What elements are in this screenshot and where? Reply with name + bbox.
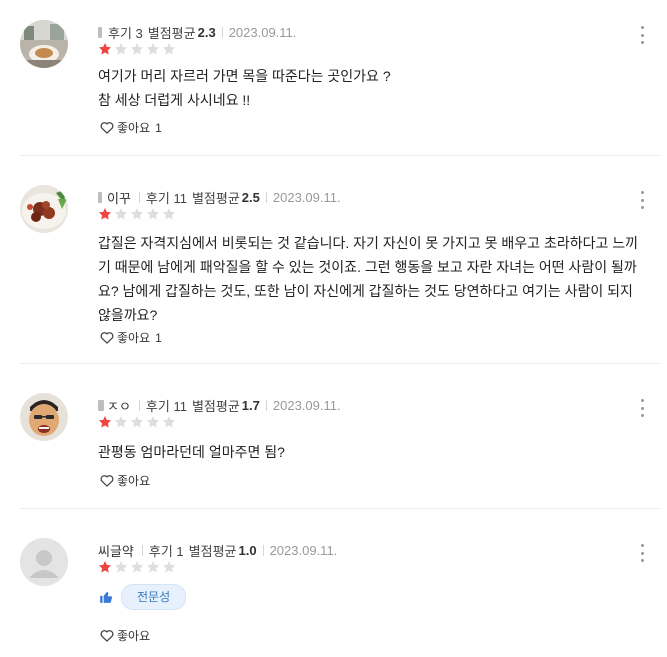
nickname-mask bbox=[98, 399, 104, 411]
review-count: 후기 11 bbox=[145, 190, 187, 206]
avatar[interactable] bbox=[20, 538, 68, 586]
review-item: 씨글약 후기 1 별점평균 1.0 2023.09.11. 전문성 좋아요 bbox=[0, 538, 667, 657]
star-empty-icon bbox=[130, 43, 144, 55]
divider bbox=[265, 191, 267, 203]
star-rating bbox=[98, 560, 176, 574]
divider bbox=[141, 544, 143, 556]
like-label: 좋아요 bbox=[117, 121, 151, 135]
avg-label: 별점평균 bbox=[188, 543, 237, 559]
star-filled-icon bbox=[98, 43, 112, 55]
review-meta: 이꾸 후기 11 별점평균 2.5 2023.09.11. bbox=[98, 188, 341, 206]
review-item: 후기 3 별점평균 2.3 2023.09.11. 여기가 머리 자르러 가면 … bbox=[0, 20, 667, 155]
avg-label: 별점평균 bbox=[147, 25, 196, 41]
default-profile-icon bbox=[20, 538, 68, 586]
star-empty-icon bbox=[162, 43, 176, 55]
reviewer-nickname[interactable]: 이꾸 bbox=[107, 188, 131, 207]
star-empty-icon bbox=[162, 416, 176, 428]
reviewer-nickname[interactable]: 씨글약 bbox=[98, 541, 134, 560]
star-filled-icon bbox=[98, 208, 112, 220]
avg-value: 2.3 bbox=[197, 24, 216, 40]
divider bbox=[20, 508, 661, 509]
star-filled-icon bbox=[98, 561, 112, 573]
avg-value: 1.7 bbox=[241, 397, 260, 413]
like-count: 1 bbox=[155, 120, 162, 135]
heart-outline-icon bbox=[100, 475, 114, 487]
divider bbox=[262, 544, 264, 556]
like-label: 좋아요 bbox=[117, 474, 151, 488]
star-empty-icon bbox=[114, 208, 128, 220]
review-content: 갑질은 자격지심에서 비롯되는 것 같습니다. 자기 자신이 못 가지고 못 배… bbox=[98, 235, 639, 323]
star-empty-icon bbox=[130, 561, 144, 573]
like-button[interactable]: 좋아요 bbox=[100, 627, 150, 644]
like-button[interactable]: 좋아요 1 bbox=[100, 119, 162, 136]
more-vertical-icon[interactable] bbox=[639, 544, 645, 562]
reviewer-nickname[interactable]: ㅈㅇ bbox=[107, 396, 131, 415]
star-empty-icon bbox=[146, 43, 160, 55]
star-rating bbox=[98, 207, 176, 221]
avatar[interactable] bbox=[20, 20, 68, 68]
divider bbox=[20, 155, 661, 156]
star-empty-icon bbox=[114, 43, 128, 55]
avg-label: 별점평균 bbox=[191, 190, 240, 206]
avg-value: 1.0 bbox=[238, 542, 257, 558]
review-content: 관평동 엄마라던데 얼마주면 됨? bbox=[98, 444, 285, 460]
thumbs-up-icon bbox=[100, 591, 113, 603]
tag-chip: 전문성 bbox=[121, 584, 187, 610]
star-empty-icon bbox=[130, 208, 144, 220]
review-content: 여기가 머리 자르러 가면 목을 따준다는 곳인가요 ? 참 세상 더럽게 사시… bbox=[98, 68, 391, 108]
like-count: 1 bbox=[155, 330, 162, 345]
like-label: 좋아요 bbox=[117, 629, 151, 643]
avg-label: 별점평균 bbox=[191, 398, 240, 414]
like-button[interactable]: 좋아요 bbox=[100, 472, 150, 489]
heart-outline-icon bbox=[100, 332, 114, 344]
review-item: 이꾸 후기 11 별점평균 2.5 2023.09.11. 갑질은 자격지심에서… bbox=[0, 185, 667, 363]
star-empty-icon bbox=[162, 208, 176, 220]
heart-outline-icon bbox=[100, 630, 114, 642]
divider bbox=[20, 363, 661, 364]
avg-value: 2.5 bbox=[241, 189, 260, 205]
star-empty-icon bbox=[130, 416, 144, 428]
review-count: 후기 11 bbox=[145, 398, 187, 414]
more-vertical-icon[interactable] bbox=[639, 191, 645, 209]
divider bbox=[138, 399, 140, 411]
star-filled-icon bbox=[98, 416, 112, 428]
nickname-mask bbox=[98, 26, 102, 38]
heart-outline-icon bbox=[100, 122, 114, 134]
divider bbox=[221, 26, 223, 38]
review-meta: ㅈㅇ 후기 11 별점평균 1.7 2023.09.11. bbox=[98, 396, 341, 414]
review-date: 2023.09.11. bbox=[272, 189, 341, 205]
review-date: 2023.09.11. bbox=[272, 397, 341, 413]
star-empty-icon bbox=[146, 416, 160, 428]
avatar[interactable] bbox=[20, 185, 68, 233]
star-empty-icon bbox=[114, 561, 128, 573]
nickname-mask bbox=[98, 191, 102, 203]
star-empty-icon bbox=[146, 561, 160, 573]
star-empty-icon bbox=[162, 561, 176, 573]
review-meta: 후기 3 별점평균 2.3 2023.09.11. bbox=[98, 23, 296, 41]
review-count: 후기 3 bbox=[108, 25, 143, 41]
divider bbox=[265, 399, 267, 411]
review-date: 2023.09.11. bbox=[228, 24, 297, 40]
star-empty-icon bbox=[146, 208, 160, 220]
like-button[interactable]: 좋아요 1 bbox=[100, 329, 162, 346]
divider bbox=[138, 191, 140, 203]
like-label: 좋아요 bbox=[117, 331, 151, 345]
review-date: 2023.09.11. bbox=[269, 542, 338, 558]
avatar[interactable] bbox=[20, 393, 68, 441]
more-vertical-icon[interactable] bbox=[639, 26, 645, 44]
star-empty-icon bbox=[114, 416, 128, 428]
star-rating bbox=[98, 415, 176, 429]
star-rating bbox=[98, 42, 176, 56]
review-meta: 씨글약 후기 1 별점평균 1.0 2023.09.11. bbox=[98, 541, 337, 559]
review-item: ㅈㅇ 후기 11 별점평균 1.7 2023.09.11. 관평동 엄마라던데 … bbox=[0, 393, 667, 508]
review-count: 후기 1 bbox=[148, 543, 184, 559]
more-vertical-icon[interactable] bbox=[639, 399, 645, 417]
